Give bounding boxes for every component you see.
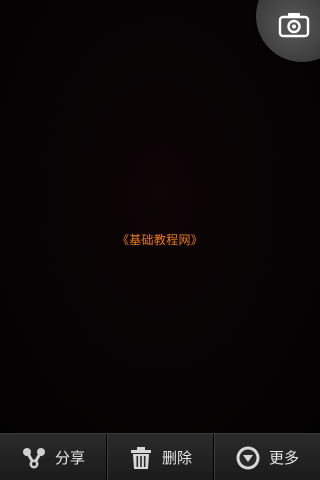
image-caption: 《基础教程网》	[116, 233, 204, 247]
share-button[interactable]: 分享	[0, 434, 106, 480]
chevron-down-circle-icon	[236, 446, 260, 469]
more-button[interactable]: 更多	[213, 434, 320, 480]
share-icon	[22, 447, 45, 468]
bottom-action-bar: 分享 删除 更多	[0, 433, 320, 480]
delete-label: 删除	[161, 449, 192, 467]
delete-button[interactable]: 删除	[106, 434, 213, 480]
camera-icon[interactable]	[278, 10, 310, 38]
more-label: 更多	[268, 449, 299, 467]
gallery-screen: 《基础教程网》 分享 删除 更多	[0, 0, 320, 480]
trash-icon	[130, 446, 151, 469]
photo-view[interactable]	[0, 0, 320, 433]
share-label: 分享	[54, 449, 85, 467]
